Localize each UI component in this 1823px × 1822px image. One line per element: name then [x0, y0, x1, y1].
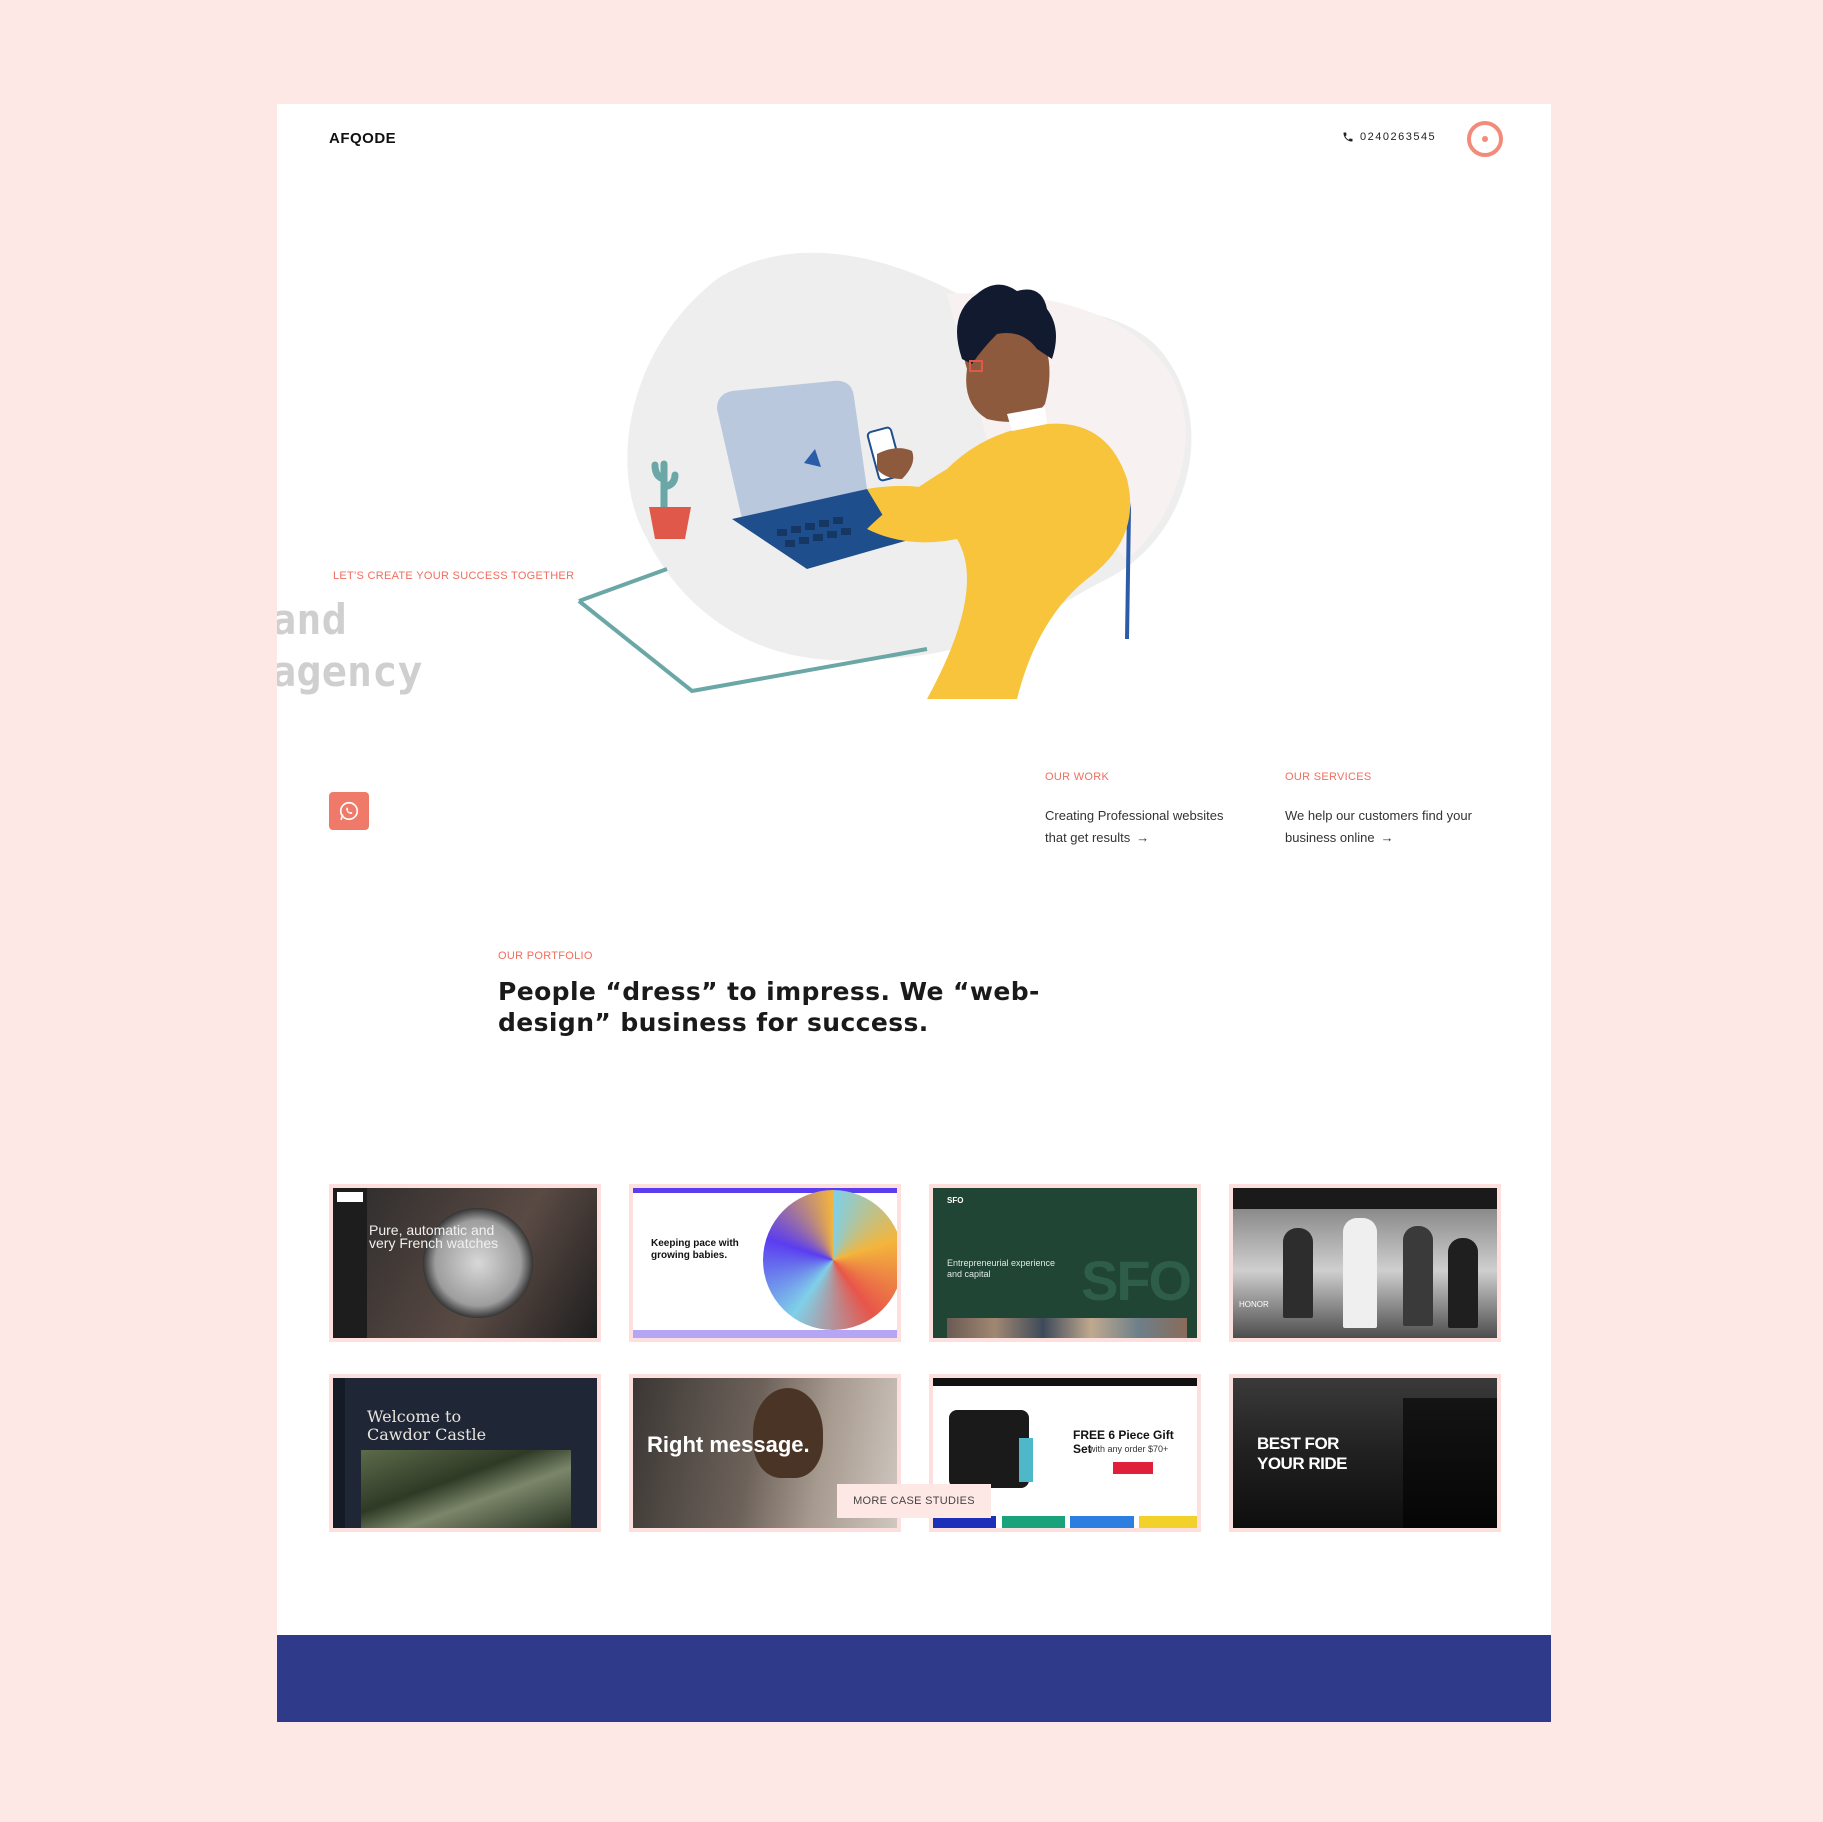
portfolio-card-watches[interactable]: Pure, automatic and very French watches [329, 1184, 601, 1342]
page: AFQODE 0240263545 LET'S CREATE YOUR SUCC… [277, 104, 1551, 1722]
hero-headline-line2: agency [277, 647, 423, 696]
portfolio-card-sfo[interactable]: SFO SFO Entrepreneurial experience and c… [929, 1184, 1201, 1342]
menu-dot-icon [1482, 136, 1488, 142]
whatsapp-button[interactable] [329, 792, 369, 830]
phone-icon [1343, 132, 1353, 142]
arrow-right-icon: → [1136, 830, 1150, 845]
portfolio-card-castle[interactable]: Welcome to Cawdor Castle [329, 1374, 601, 1532]
card-caption: Pure, automatic and very French watches [369, 1222, 499, 1251]
hero-headline-line1: and [277, 595, 347, 644]
footer-band [277, 1635, 1551, 1722]
card-caption: Entrepreneurial experience and capital [947, 1258, 1056, 1279]
our-services-label: OUR SERVICES [1285, 771, 1372, 783]
portfolio-label: OUR PORTFOLIO [498, 950, 593, 962]
portfolio-card-ride[interactable]: BEST FOR YOUR RIDE [1229, 1374, 1501, 1532]
card-brand: SFO [947, 1196, 964, 1205]
our-work-label: OUR WORK [1045, 771, 1110, 783]
hero-tagline: LET'S CREATE YOUR SUCCESS TOGETHER [333, 570, 575, 582]
card-subcaption: with any order $70+ [1089, 1444, 1169, 1454]
logo[interactable]: AFQODE [329, 130, 396, 147]
card-caption: Welcome to Cawdor Castle [367, 1407, 487, 1444]
card-caption: Keeping pace with growing babies. [651, 1238, 739, 1261]
whatsapp-icon [339, 801, 359, 821]
portfolio-title: People “dress” to impress. We “web-desig… [498, 977, 1040, 1037]
phone-link[interactable]: 0240263545 [1342, 131, 1436, 143]
our-services-link[interactable]: We help our customers find your business… [1285, 805, 1485, 849]
our-work-text: Creating Professional websites that get … [1045, 808, 1224, 845]
phone-number: 0240263545 [1360, 131, 1437, 143]
card-caption: BEST FOR YOUR RIDE [1257, 1434, 1347, 1473]
arrow-right-icon: → [1380, 830, 1394, 845]
our-work-link[interactable]: Creating Professional websites that get … [1045, 805, 1245, 849]
more-case-studies-button[interactable]: MORE CASE STUDIES [837, 1484, 991, 1518]
card-caption: Right message. [647, 1432, 810, 1457]
our-services-text: We help our customers find your business… [1285, 808, 1472, 845]
portfolio-card-babies[interactable]: Keeping pace with growing babies. [629, 1184, 901, 1342]
our-services-block: OUR SERVICES We help our customers find … [1285, 771, 1485, 849]
menu-toggle-button[interactable] [1467, 121, 1503, 157]
hero-headline: and agency [277, 594, 423, 698]
hero-illustration [577, 252, 1192, 699]
our-work-block: OUR WORK Creating Professional websites … [1045, 771, 1245, 849]
portfolio-card-honor[interactable]: HONOR [1229, 1184, 1501, 1342]
card-caption: HONOR [1239, 1300, 1269, 1309]
